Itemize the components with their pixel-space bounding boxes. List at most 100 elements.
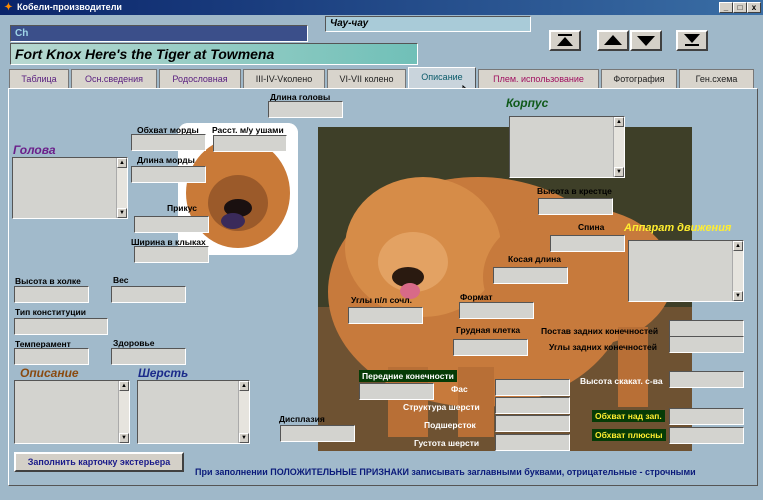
- title-bar: ✦ Кобели-производители _ □ x: [0, 0, 763, 15]
- head-textarea[interactable]: ▲ ▼: [12, 157, 128, 219]
- head-section-title: Голова: [13, 143, 56, 157]
- scroll-down-icon[interactable]: ▼: [733, 291, 743, 301]
- next-record-button[interactable]: [630, 30, 662, 51]
- croup-height-label: Высота в крестце: [537, 186, 612, 196]
- head-scrollbar[interactable]: ▲ ▼: [116, 158, 127, 218]
- dysplasia-input[interactable]: [280, 425, 355, 442]
- movement-textarea[interactable]: ▲ ▼: [628, 240, 744, 302]
- scroll-down-icon[interactable]: ▼: [614, 167, 624, 177]
- tab-gen-6-7[interactable]: VI-VII колено: [327, 69, 406, 88]
- minimize-button[interactable]: _: [719, 2, 733, 13]
- format-label: Формат: [460, 292, 493, 302]
- prev-record-button[interactable]: [597, 30, 629, 51]
- hint-text: При заполнении ПОЛОЖИТЕЛЬНЫЕ ПРИЗНАКИ за…: [195, 467, 696, 477]
- tab-table[interactable]: Таблица: [9, 69, 69, 88]
- shoulder-angles-input[interactable]: [348, 307, 423, 324]
- breed-field[interactable]: Чау-чау: [325, 16, 531, 32]
- description-section-title: Описание: [20, 366, 79, 380]
- coat-density-input[interactable]: [495, 434, 570, 451]
- above-hock-girth-label: Обхват над зап.: [592, 410, 665, 422]
- shoulder-angles-label: Углы п/л сочл.: [351, 295, 412, 305]
- weight-input[interactable]: [111, 286, 186, 303]
- body-textarea[interactable]: ▲ ▼: [509, 116, 625, 178]
- health-label: Здоровье: [113, 338, 155, 348]
- scroll-up-icon[interactable]: ▲: [119, 381, 129, 391]
- metatarsus-girth-label: Обхват плюсны: [592, 429, 666, 441]
- up-arrow-icon: [604, 35, 622, 45]
- dog-name-field[interactable]: Fort Knox Here's the Tiger at Towmena: [10, 43, 418, 65]
- withers-height-input[interactable]: [14, 286, 89, 303]
- weight-label: Вес: [113, 275, 129, 285]
- muzzle-length-input[interactable]: [131, 166, 206, 183]
- coat-structure-label: Структура шерсти: [403, 402, 480, 412]
- code-field[interactable]: Ch: [10, 25, 308, 42]
- hock-height-label: Высота скакат. с-ва: [580, 376, 663, 386]
- down-arrow-icon: [637, 36, 655, 46]
- front-view-input[interactable]: [495, 379, 570, 396]
- oblique-length-input[interactable]: [493, 267, 568, 284]
- app-icon: ✦: [4, 2, 13, 13]
- hind-legs-stance-input[interactable]: [669, 320, 744, 337]
- scroll-up-icon[interactable]: ▲: [239, 381, 249, 391]
- tab-photo[interactable]: Фотография: [601, 69, 677, 88]
- scroll-up-icon[interactable]: ▲: [733, 241, 743, 251]
- front-view-label: Фас: [451, 384, 468, 394]
- back-input[interactable]: [550, 235, 625, 252]
- tab-gen-scheme[interactable]: Ген.схема: [679, 69, 754, 88]
- hock-height-input[interactable]: [669, 371, 744, 388]
- back-label: Спина: [578, 222, 605, 232]
- ear-distance-label: Расст. м/у ушами: [212, 125, 284, 135]
- first-record-button[interactable]: [549, 30, 581, 51]
- hind-legs-angles-label: Углы задних конечностей: [549, 342, 657, 352]
- scroll-down-icon[interactable]: ▼: [117, 208, 127, 218]
- tab-gen-3-5[interactable]: III-IV-Vколено: [243, 69, 325, 88]
- health-input[interactable]: [111, 348, 186, 365]
- bite-input[interactable]: [134, 216, 209, 233]
- chest-label: Грудная клетка: [456, 325, 521, 335]
- croup-height-input[interactable]: [538, 198, 613, 215]
- description-textarea[interactable]: ▲ ▼: [14, 380, 130, 444]
- fill-exterior-card-button[interactable]: Заполнить карточку экстерьера: [14, 452, 184, 472]
- chest-input[interactable]: [453, 339, 528, 356]
- movement-section-title: Аппарат движения: [624, 222, 732, 234]
- hind-legs-angles-input[interactable]: [669, 336, 744, 353]
- above-hock-girth-input[interactable]: [669, 408, 744, 425]
- last-record-button[interactable]: [676, 30, 708, 51]
- close-button[interactable]: x: [747, 2, 761, 13]
- front-legs-input[interactable]: [359, 383, 434, 400]
- window-title: Кобели-производители: [17, 2, 122, 12]
- scroll-down-icon[interactable]: ▼: [119, 433, 129, 443]
- muzzle-girth-input[interactable]: [131, 134, 206, 151]
- temperament-input[interactable]: [14, 348, 89, 365]
- scroll-up-icon[interactable]: ▲: [614, 117, 624, 127]
- coat-textarea[interactable]: ▲ ▼: [137, 380, 250, 444]
- muzzle-length-label: Длина морды: [137, 155, 195, 165]
- format-input[interactable]: [459, 302, 534, 319]
- withers-height-label: Высота в холке: [15, 276, 81, 286]
- scroll-down-icon[interactable]: ▼: [239, 433, 249, 443]
- hind-legs-stance-label: Постав задних конечностей: [541, 326, 659, 336]
- undercoat-input[interactable]: [495, 415, 570, 432]
- tab-breeding-use[interactable]: Плем. использование: [478, 69, 599, 88]
- tab-pedigree[interactable]: Родословная: [159, 69, 241, 88]
- coat-scrollbar[interactable]: ▲ ▼: [238, 381, 249, 443]
- metatarsus-girth-input[interactable]: [669, 427, 744, 444]
- body-section-title: Корпус: [506, 96, 549, 110]
- coat-structure-input[interactable]: [495, 397, 570, 414]
- description-scrollbar[interactable]: ▲ ▼: [118, 381, 129, 443]
- scroll-up-icon[interactable]: ▲: [117, 158, 127, 168]
- oblique-length-label: Косая длина: [508, 254, 562, 264]
- undercoat-label: Подшерсток: [424, 420, 476, 430]
- movement-scrollbar[interactable]: ▲ ▼: [732, 241, 743, 301]
- coat-density-label: Густота шерсти: [414, 438, 480, 448]
- first-icon: [557, 34, 573, 46]
- ear-distance-input[interactable]: [213, 135, 287, 152]
- head-length-input[interactable]: [268, 101, 343, 118]
- canine-width-input[interactable]: [134, 246, 209, 263]
- tab-main-info[interactable]: Осн.сведения: [71, 69, 157, 88]
- maximize-button[interactable]: □: [733, 2, 747, 13]
- constitution-type-label: Тип конституции: [15, 307, 86, 317]
- constitution-type-input[interactable]: [14, 318, 108, 335]
- bite-label: Прикус: [167, 203, 198, 213]
- body-scrollbar[interactable]: ▲ ▼: [613, 117, 624, 177]
